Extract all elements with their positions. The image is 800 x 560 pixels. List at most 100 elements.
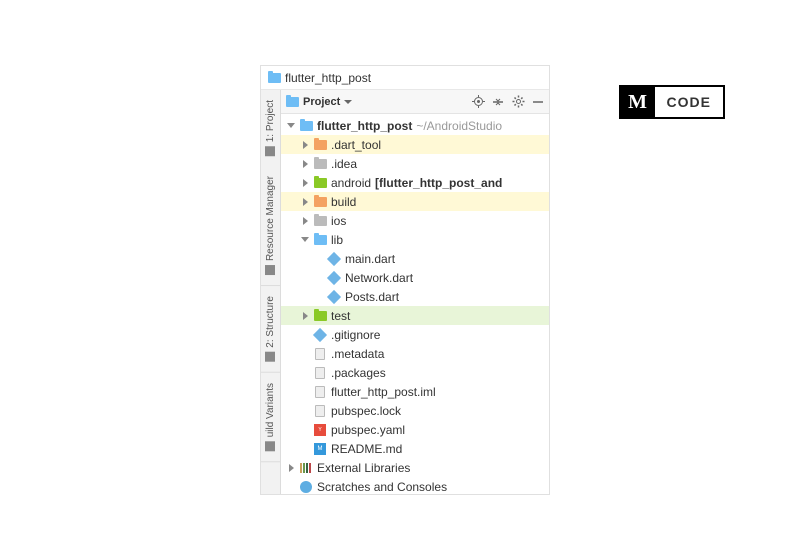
tree-file[interactable]: .packages (281, 363, 549, 382)
tab-icon (266, 146, 276, 156)
tree-label: README.md (331, 442, 402, 456)
file-icon (313, 347, 327, 361)
spacer (299, 424, 311, 436)
header-actions (471, 95, 545, 109)
md-file-icon: M (313, 442, 327, 456)
tree-file[interactable]: Posts.dart (281, 287, 549, 306)
folder-icon (313, 139, 327, 151)
libraries-icon (299, 461, 313, 475)
tree-label: .metadata (331, 347, 384, 361)
tree-label: ios (331, 214, 346, 228)
dart-file-icon (327, 252, 341, 266)
tree-folder-lib[interactable]: lib (281, 230, 549, 249)
spacer (299, 329, 311, 341)
project-panel: Project (281, 90, 549, 494)
tree-label: lib (331, 233, 343, 247)
tree-file[interactable]: Y pubspec.yaml (281, 420, 549, 439)
panel-header: Project (281, 90, 549, 114)
tree-label: Network.dart (345, 271, 413, 285)
tab-label: Resource Manager (265, 176, 276, 261)
tree-label: flutter_http_post (317, 119, 412, 133)
tab-label: uild Variants (265, 383, 276, 437)
file-icon (313, 404, 327, 418)
tree-label: main.dart (345, 252, 395, 266)
collapse-icon[interactable] (491, 95, 505, 109)
gear-icon[interactable] (511, 95, 525, 109)
spacer (299, 367, 311, 379)
folder-icon (285, 96, 299, 108)
spacer (313, 253, 325, 265)
tree-label: build (331, 195, 356, 209)
tree-path: ~/AndroidStudio (416, 119, 502, 133)
tree-folder[interactable]: .idea (281, 154, 549, 173)
expander-icon[interactable] (299, 310, 311, 322)
locate-icon[interactable] (471, 95, 485, 109)
logo-badge: M CODE (619, 85, 725, 119)
tree-folder[interactable]: build (281, 192, 549, 211)
tree-label: pubspec.lock (331, 404, 401, 418)
expander-icon[interactable] (299, 196, 311, 208)
folder-icon (299, 120, 313, 132)
dart-file-icon (327, 290, 341, 304)
project-tree[interactable]: flutter_http_post ~/AndroidStudio .dart_… (281, 114, 549, 494)
expander-icon[interactable] (299, 177, 311, 189)
folder-icon (313, 215, 327, 227)
hide-icon[interactable] (531, 95, 545, 109)
tab-label: 2: Structure (265, 296, 276, 348)
tree-label: flutter_http_post.iml (331, 385, 436, 399)
tree-file[interactable]: pubspec.lock (281, 401, 549, 420)
tree-file[interactable]: .metadata (281, 344, 549, 363)
expander-icon[interactable] (285, 462, 297, 474)
tree-file[interactable]: Network.dart (281, 268, 549, 287)
tab-project[interactable]: 1: Project (261, 90, 280, 166)
tab-resource-manager[interactable]: Resource Manager (261, 166, 280, 286)
breadcrumb[interactable]: flutter_http_post (261, 66, 549, 90)
tab-build-variants[interactable]: uild Variants (261, 373, 280, 462)
expander-icon[interactable] (299, 158, 311, 170)
scratches-icon (299, 480, 313, 494)
tree-label: Scratches and Consoles (317, 480, 447, 494)
folder-icon (267, 72, 281, 84)
folder-icon (313, 177, 327, 189)
tree-folder[interactable]: .dart_tool (281, 135, 549, 154)
tree-file[interactable]: M README.md (281, 439, 549, 458)
spacer (299, 405, 311, 417)
tree-label: .idea (331, 157, 357, 171)
spacer (299, 348, 311, 360)
spacer (299, 386, 311, 398)
tree-label: External Libraries (317, 461, 410, 475)
panel-view-selector[interactable]: Project (285, 96, 467, 108)
tree-label: android (331, 176, 371, 190)
tree-suffix: [flutter_http_post_and (375, 176, 502, 190)
tree-folder[interactable]: android [flutter_http_post_and (281, 173, 549, 192)
tab-icon (266, 352, 276, 362)
tree-label: .packages (331, 366, 386, 380)
tree-label: .gitignore (331, 328, 380, 342)
expander-icon[interactable] (285, 120, 297, 132)
tree-file[interactable]: .gitignore (281, 325, 549, 344)
spacer (313, 272, 325, 284)
breadcrumb-name: flutter_http_post (285, 71, 371, 85)
folder-icon (313, 158, 327, 170)
expander-icon[interactable] (299, 234, 311, 246)
panel-title-text: Project (303, 96, 340, 108)
tab-structure[interactable]: 2: Structure (261, 286, 280, 373)
tree-external-libraries[interactable]: External Libraries (281, 458, 549, 477)
tree-scratches[interactable]: Scratches and Consoles (281, 477, 549, 494)
tree-folder[interactable]: ios (281, 211, 549, 230)
tree-label: test (331, 309, 350, 323)
tree-root[interactable]: flutter_http_post ~/AndroidStudio (281, 116, 549, 135)
dart-file-icon (327, 271, 341, 285)
folder-icon (313, 196, 327, 208)
tab-icon (266, 441, 276, 451)
expander-icon[interactable] (299, 139, 311, 151)
tree-file[interactable]: main.dart (281, 249, 549, 268)
file-icon (313, 366, 327, 380)
tree-label: pubspec.yaml (331, 423, 405, 437)
expander-icon[interactable] (299, 215, 311, 227)
spacer (313, 291, 325, 303)
spacer (285, 481, 297, 493)
tree-folder-test[interactable]: test (281, 306, 549, 325)
tab-label: 1: Project (265, 100, 276, 142)
tree-file[interactable]: flutter_http_post.iml (281, 382, 549, 401)
